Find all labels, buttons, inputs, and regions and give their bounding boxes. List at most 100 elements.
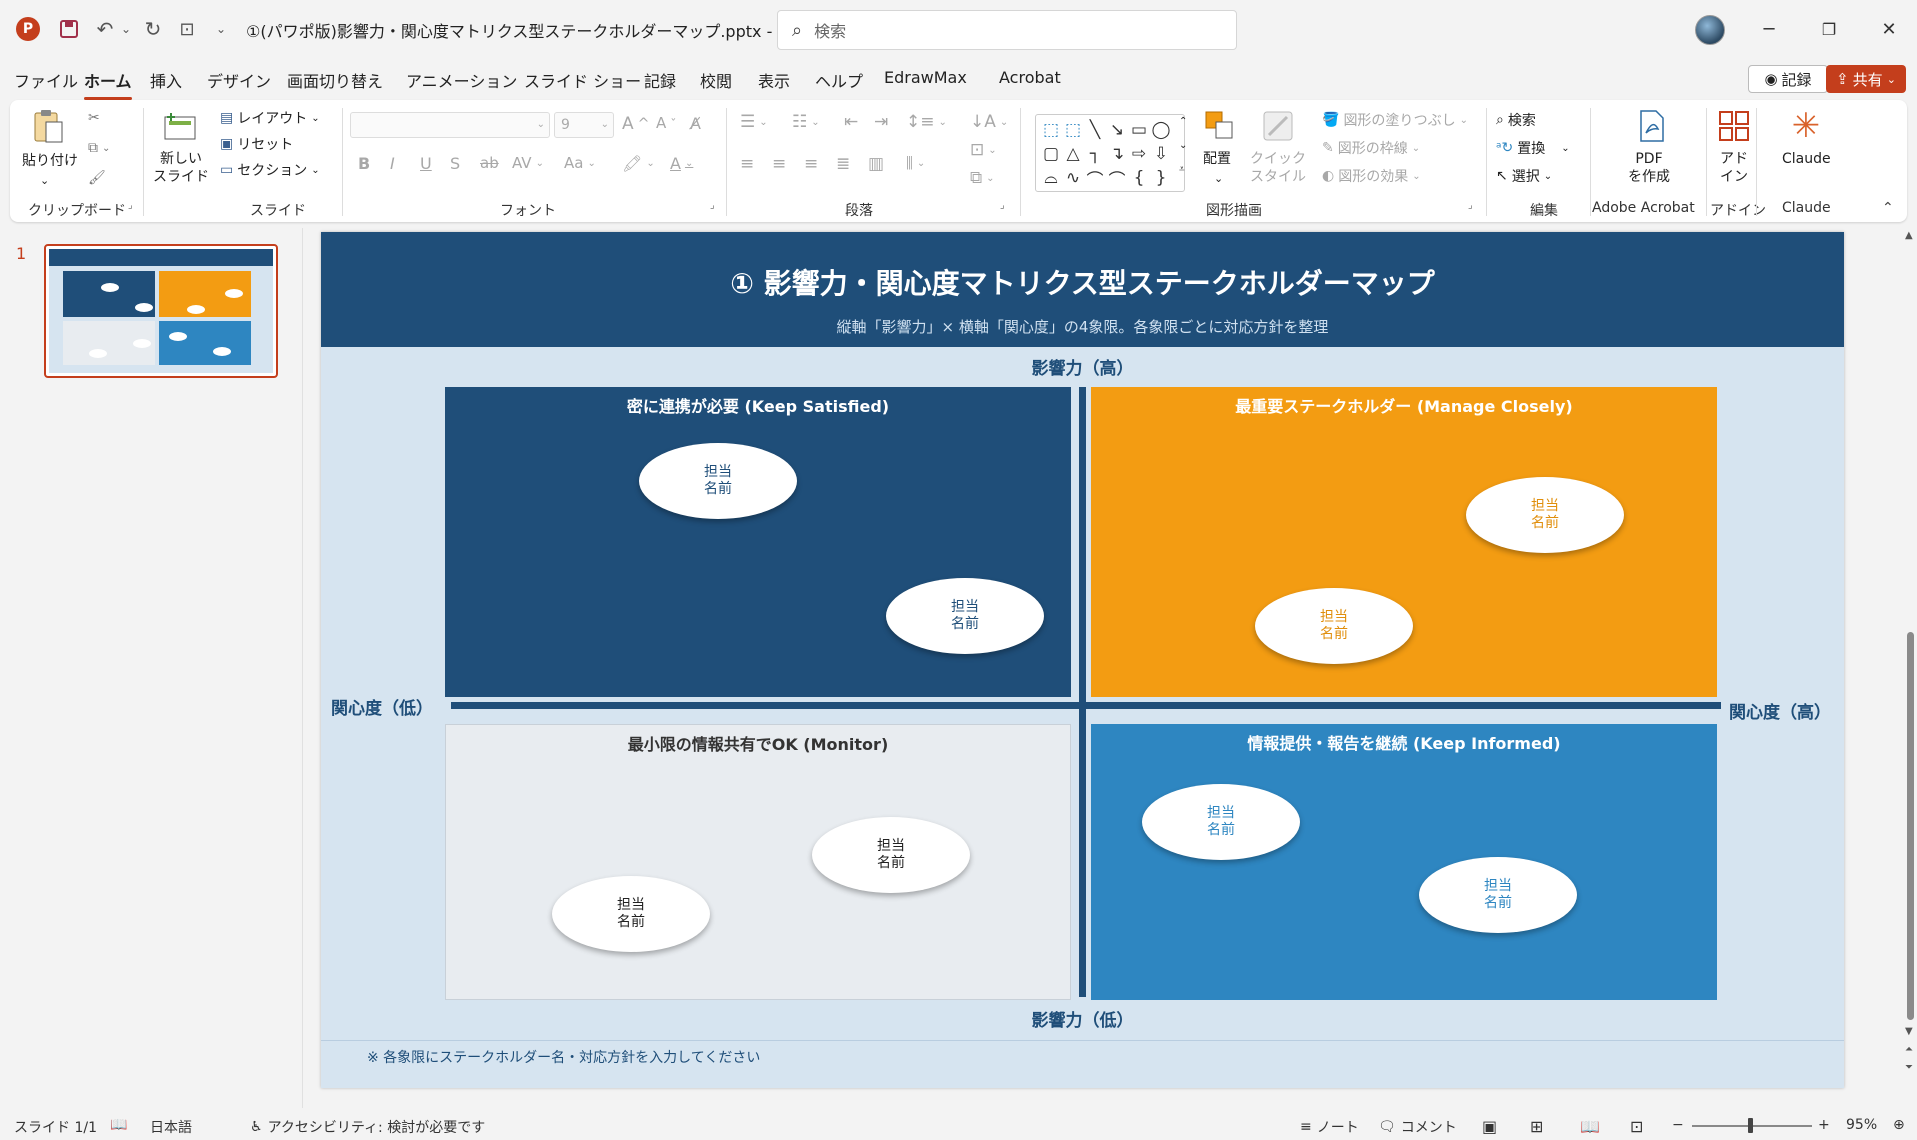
- bold-icon[interactable]: B: [358, 154, 370, 173]
- undo-dropdown-icon[interactable]: ⌄: [118, 14, 134, 44]
- tab-home[interactable]: ホーム: [84, 68, 132, 100]
- stakeholder-ellipse[interactable]: 担当 名前: [886, 578, 1044, 654]
- increase-indent-icon[interactable]: ⇥: [874, 112, 888, 132]
- pdf-icon[interactable]: [1634, 108, 1670, 144]
- change-case-icon[interactable]: Aa ⌄: [564, 154, 596, 172]
- font-color-icon[interactable]: A ⌄: [670, 154, 693, 173]
- axis-label-interest-high[interactable]: 関心度（高）: [1729, 698, 1831, 723]
- dialog-launcher-icon[interactable]: ⌟: [1468, 200, 1473, 211]
- gallery-scroll-down-icon[interactable]: ⌄: [1179, 140, 1187, 151]
- spellcheck-icon[interactable]: 📖: [110, 1117, 127, 1133]
- fit-to-window-icon[interactable]: ⊕: [1893, 1117, 1905, 1133]
- paste-icon[interactable]: [30, 108, 66, 144]
- arc-shape-icon[interactable]: ⌒: [1084, 166, 1106, 191]
- slide-thumbnail[interactable]: [44, 244, 278, 378]
- down-arrow-shape-icon[interactable]: ⇩: [1150, 142, 1172, 166]
- paste-dropdown-icon[interactable]: ⌄: [40, 172, 49, 190]
- tab-design[interactable]: デザイン: [207, 68, 271, 92]
- customize-qat-icon[interactable]: ⌄: [210, 14, 232, 44]
- arrange-icon[interactable]: [1202, 108, 1238, 144]
- previous-slide-icon[interactable]: ⏶: [1905, 1044, 1913, 1055]
- tab-animations[interactable]: アニメーション: [406, 68, 517, 92]
- freeform-shape-icon[interactable]: ⌓: [1040, 166, 1062, 190]
- zoom-in-icon[interactable]: +: [1818, 1117, 1830, 1133]
- slide-canvas[interactable]: ① 影響力・関心度マトリクス型ステークホルダーマップ 縦軸「影響力」× 横軸「関…: [321, 232, 1844, 1088]
- highlight-icon[interactable]: 🖍 ⌄: [622, 154, 655, 173]
- restore-icon[interactable]: ❐: [1806, 14, 1852, 44]
- shape-effects-button[interactable]: ◐ 図形の効果 ⌄: [1322, 166, 1421, 186]
- copy-icon[interactable]: ⧉ ⌄: [88, 140, 110, 156]
- axis-label-influence-low[interactable]: 影響力（低）: [321, 1006, 1844, 1031]
- stakeholder-ellipse[interactable]: 担当 名前: [1255, 588, 1413, 664]
- scribble-shape-icon[interactable]: ∿: [1062, 166, 1084, 190]
- tab-edrawmax[interactable]: EdrawMax: [884, 68, 967, 87]
- columns-icon[interactable]: ⫼ ⌄: [906, 154, 925, 172]
- dialog-launcher-icon[interactable]: ⌟: [710, 200, 715, 211]
- numbering-icon[interactable]: ☷ ⌄: [792, 112, 820, 132]
- distributed-icon[interactable]: ▥: [868, 154, 884, 174]
- oval-shape-icon[interactable]: ◯: [1150, 118, 1172, 142]
- align-center-icon[interactable]: ≡: [772, 154, 786, 174]
- align-right-icon[interactable]: ≡: [804, 154, 818, 174]
- share-button[interactable]: ⇪ 共有 ⌄: [1826, 65, 1906, 93]
- paste-button-label[interactable]: 貼り付け: [22, 152, 78, 170]
- gallery-more-icon[interactable]: ⩡: [1179, 164, 1185, 175]
- reading-view-icon[interactable]: 📖: [1580, 1117, 1600, 1136]
- left-brace-shape-icon[interactable]: {: [1128, 166, 1150, 190]
- scroll-down-icon[interactable]: ▼: [1905, 1026, 1913, 1037]
- accessibility-status[interactable]: ♿ アクセシビリティ: 検討が必要です: [250, 1117, 485, 1137]
- notes-button[interactable]: ≡ ノート: [1300, 1117, 1359, 1137]
- stakeholder-ellipse[interactable]: 担当 名前: [1419, 857, 1577, 933]
- user-avatar[interactable]: [1695, 15, 1725, 45]
- reset-button[interactable]: ▣ リセット: [220, 134, 293, 154]
- comments-button[interactable]: 🗨 コメント: [1378, 1117, 1457, 1137]
- slide-footnote[interactable]: ※ 各象限にステークホルダー名・対応方針を入力してください: [367, 1047, 760, 1067]
- elbow-arrow-icon[interactable]: ↴: [1106, 142, 1128, 166]
- claude-button-label[interactable]: Claude: [1782, 150, 1831, 168]
- scroll-up-icon[interactable]: ▲: [1905, 230, 1913, 241]
- vertical-scrollbar[interactable]: ▲ ▼ ⏶ ⏷: [1904, 228, 1917, 1088]
- dialog-launcher-icon[interactable]: ⌟: [128, 200, 133, 211]
- rounded-rect-shape-icon[interactable]: ▢: [1040, 142, 1062, 166]
- tab-file[interactable]: ファイル: [14, 68, 78, 92]
- slide-title[interactable]: ① 影響力・関心度マトリクス型ステークホルダーマップ: [321, 262, 1844, 302]
- minimize-icon[interactable]: ─: [1746, 14, 1792, 44]
- quadrant-keep-satisfied[interactable]: 密に連携が必要 (Keep Satisfied) 担当 名前 担当 名前: [445, 387, 1071, 697]
- quick-style-icon[interactable]: [1260, 108, 1296, 144]
- increase-font-icon[interactable]: A ^: [622, 114, 650, 134]
- font-size-box[interactable]: 9 ⌄: [554, 112, 614, 138]
- zoom-out-icon[interactable]: −: [1672, 1117, 1684, 1133]
- tab-transitions[interactable]: 画面切り替え: [287, 68, 383, 92]
- quadrant-keep-informed[interactable]: 情報提供・報告を継続 (Keep Informed) 担当 名前 担当 名前: [1091, 724, 1717, 1000]
- search-box[interactable]: ⌕ 検索: [777, 10, 1237, 50]
- smartart-icon[interactable]: ⧉ ⌄: [970, 168, 995, 188]
- shape-outline-button[interactable]: ✎ 図形の枠線 ⌄: [1322, 138, 1420, 158]
- shape-fill-button[interactable]: 🪣 図形の塗りつぶし ⌄: [1322, 110, 1468, 130]
- arrange-label[interactable]: 配置: [1203, 150, 1231, 168]
- line-spacing-icon[interactable]: ↕≡ ⌄: [906, 112, 947, 132]
- axis-label-interest-low[interactable]: 関心度（低）: [331, 694, 433, 719]
- quadrant-manage-closely[interactable]: 最重要ステークホルダー (Manage Closely) 担当 名前 担当 名前: [1091, 387, 1717, 697]
- axis-label-influence-high[interactable]: 影響力（高）: [321, 354, 1844, 379]
- tab-record[interactable]: 記録: [644, 68, 676, 92]
- present-icon[interactable]: ⊡: [172, 14, 202, 44]
- stakeholder-ellipse[interactable]: 担当 名前: [639, 443, 797, 519]
- clear-format-icon[interactable]: A̸: [690, 114, 701, 133]
- layout-button[interactable]: ▤ レイアウト ⌄: [220, 108, 320, 128]
- dialog-launcher-icon[interactable]: ⌟: [1000, 200, 1005, 211]
- close-icon[interactable]: ✕: [1866, 14, 1912, 44]
- rectangle-shape-icon[interactable]: ▭: [1128, 118, 1150, 142]
- save-icon[interactable]: [52, 14, 86, 44]
- arrange-dropdown-icon[interactable]: ⌄: [1214, 170, 1223, 188]
- bullets-icon[interactable]: ☰ ⌄: [740, 112, 768, 132]
- cut-icon[interactable]: ✂: [88, 110, 100, 126]
- decrease-font-icon[interactable]: Aˇ: [656, 114, 677, 132]
- addin-icon[interactable]: [1716, 108, 1752, 144]
- find-button[interactable]: ⌕ 検索: [1496, 110, 1536, 130]
- tab-help[interactable]: ヘルプ: [815, 68, 863, 92]
- format-painter-icon[interactable]: 🖌: [88, 170, 106, 186]
- vertical-textbox-shape-icon[interactable]: ⬚: [1062, 118, 1084, 142]
- stakeholder-ellipse[interactable]: 担当 名前: [1466, 477, 1624, 553]
- triangle-shape-icon[interactable]: △: [1062, 142, 1084, 166]
- curve-shape-icon[interactable]: ⌒: [1106, 166, 1128, 191]
